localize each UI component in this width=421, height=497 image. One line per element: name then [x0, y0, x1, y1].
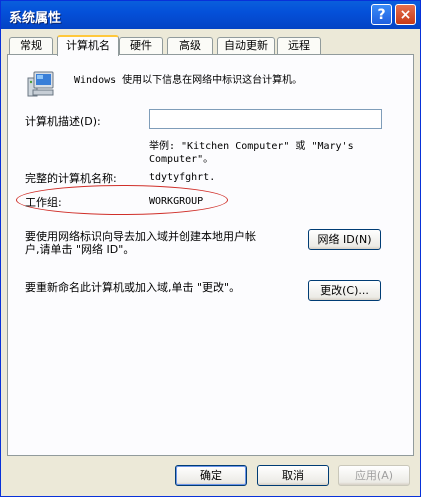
system-properties-window: 系统属性 ? × 常规 计算机名 硬件 高级 自动更新 远程 Windows 使… [0, 0, 421, 497]
tab-computer-name[interactable]: 计算机名 [57, 35, 119, 56]
tab-remote[interactable]: 远程 [277, 37, 321, 54]
title-bar[interactable]: 系统属性 ? × [1, 1, 420, 29]
network-id-button[interactable]: 网络 ID(N) [308, 229, 381, 250]
workgroup-label: 工作组: [25, 196, 62, 209]
close-icon: × [399, 6, 412, 23]
close-button[interactable]: × [395, 4, 416, 25]
rename-text: 要重新命名此计算机或加入域,单击 "更改"。 [25, 281, 241, 294]
computer-name-panel: Windows 使用以下信息在网络中标识这台计算机。 计算机描述(D): 举例:… [7, 54, 414, 456]
help-button[interactable]: ? [371, 4, 392, 25]
full-name-value: tdytyfghrt. [149, 172, 216, 183]
description-label: 计算机描述(D): [25, 115, 101, 128]
tab-advanced[interactable]: 高级 [167, 37, 213, 54]
workgroup-value: WORKGROUP [149, 196, 204, 207]
intro-text: Windows 使用以下信息在网络中标识这台计算机。 [74, 75, 303, 86]
ok-button[interactable]: 确定 [175, 465, 247, 486]
network-id-text-line2: 户,请单击 "网络 ID"。 [25, 243, 135, 256]
tab-automatic-updates[interactable]: 自动更新 [217, 37, 275, 54]
full-name-label: 完整的计算机名称: [25, 172, 117, 185]
tab-general[interactable]: 常规 [9, 37, 53, 54]
change-button[interactable]: 更改(C)... [308, 280, 381, 301]
window-title: 系统属性 [9, 11, 62, 26]
apply-button[interactable]: 应用(A) [338, 465, 410, 486]
example-text-line2: Computer"。 [149, 154, 214, 165]
computer-icon [27, 71, 54, 97]
tab-hardware[interactable]: 硬件 [119, 37, 163, 54]
help-icon: ? [377, 6, 386, 23]
computer-description-input[interactable] [149, 109, 382, 129]
cancel-button[interactable]: 取消 [257, 465, 329, 486]
